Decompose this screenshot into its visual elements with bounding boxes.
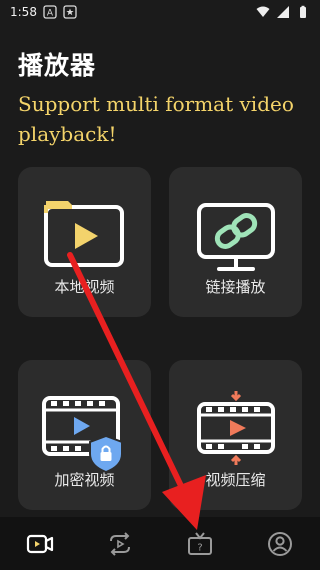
status-bar: 1:58 A <box>0 0 320 24</box>
star-icon <box>63 5 77 19</box>
film-compress-icon <box>197 391 275 465</box>
profile-icon <box>268 531 292 556</box>
convert-video-icon <box>110 531 130 556</box>
card-label: 链接播放 <box>205 278 266 296</box>
card-label: 本地视频 <box>54 278 115 296</box>
tv-help-icon: ? <box>188 531 212 555</box>
film-lock-icon <box>42 396 123 474</box>
battery-icon <box>300 5 306 18</box>
encrypted-video-card[interactable]: 加密视频 <box>18 360 151 510</box>
monitor-link-icon <box>197 203 275 271</box>
font-icon: A <box>43 5 57 19</box>
bottom-nav: ? <box>0 517 320 570</box>
nav-item-profile[interactable] <box>260 524 300 564</box>
link-play-card[interactable]: 链接播放 <box>169 167 302 317</box>
local-video-card[interactable]: 本地视频 <box>18 167 151 317</box>
card-label: 加密视频 <box>54 471 115 489</box>
status-time: 1:58 <box>10 5 37 19</box>
page-subtitle: Support multi format video playback! <box>18 92 294 146</box>
svg-text:?: ? <box>197 542 202 553</box>
page-title: 播放器 <box>18 51 97 80</box>
nav-item-video[interactable] <box>20 524 60 564</box>
folder-play-icon <box>44 201 124 267</box>
video-compress-card[interactable]: 视频压缩 <box>169 360 302 510</box>
nav-item-tv[interactable]: ? <box>180 524 220 564</box>
signal-icon <box>277 6 289 18</box>
card-label: 视频压缩 <box>205 471 266 489</box>
svg-text:A: A <box>47 9 54 19</box>
video-camera-icon <box>26 534 54 553</box>
wifi-icon <box>256 6 270 17</box>
nav-item-convert[interactable] <box>100 524 140 564</box>
